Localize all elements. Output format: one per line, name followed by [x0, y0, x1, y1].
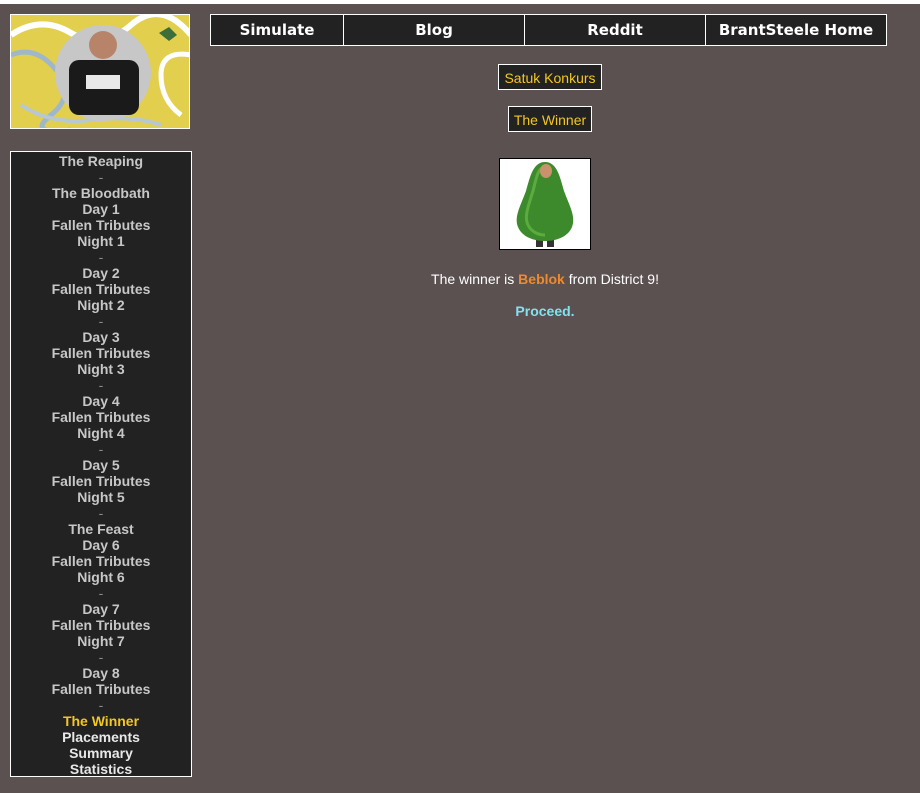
sidebar-item-day-5[interactable]: Day 5: [11, 457, 191, 473]
nav-blog-button[interactable]: Blog: [344, 15, 525, 45]
sidebar-item-bloodbath[interactable]: The Bloodbath: [11, 185, 191, 201]
site-logo-image: [11, 15, 189, 128]
game-title: Satuk Konkurs: [498, 64, 602, 90]
sidebar-item-day-8[interactable]: Day 8: [11, 665, 191, 681]
sidebar-separator: -: [98, 697, 104, 713]
proceed-link-text[interactable]: Proceed.: [515, 303, 574, 319]
sidebar-item-night-5[interactable]: Night 5: [11, 489, 191, 505]
sidebar-item-statistics[interactable]: Statistics: [11, 761, 191, 777]
sidebar-separator: -: [98, 377, 104, 393]
sidebar-separator: -: [98, 441, 104, 457]
sidebar-item-day-7[interactable]: Day 7: [11, 601, 191, 617]
sidebar-item-placements[interactable]: Placements: [11, 729, 191, 745]
sidebar-item-reaping[interactable]: The Reaping: [11, 153, 191, 169]
sidebar-item-night-7[interactable]: Night 7: [11, 633, 191, 649]
sidebar-item-fallen-7[interactable]: Fallen Tributes: [11, 617, 191, 633]
sidebar-item-night-3[interactable]: Night 3: [11, 361, 191, 377]
sidebar-separator: -: [98, 249, 104, 265]
sidebar-item-feast[interactable]: The Feast: [11, 521, 191, 537]
sidebar-item-night-4[interactable]: Night 4: [11, 425, 191, 441]
top-border-strip: [0, 0, 920, 4]
nav-brantsteele-home-button[interactable]: BrantSteele Home: [706, 15, 886, 45]
sidebar-item-day-4[interactable]: Day 4: [11, 393, 191, 409]
sidebar-item-summary[interactable]: Summary: [11, 745, 191, 761]
sidebar-item-fallen-8[interactable]: Fallen Tributes: [11, 681, 191, 697]
winner-avatar: [499, 158, 591, 250]
sidebar-item-fallen-5[interactable]: Fallen Tributes: [11, 473, 191, 489]
sidebar-item-fallen-6[interactable]: Fallen Tributes: [11, 553, 191, 569]
sidebar-item-day-1[interactable]: Day 1: [11, 201, 191, 217]
sidebar-item-fallen-4[interactable]: Fallen Tributes: [11, 409, 191, 425]
sidebar-item-night-1[interactable]: Night 1: [11, 233, 191, 249]
nav-reddit-button[interactable]: Reddit: [525, 15, 706, 45]
winner-name: Beblok: [518, 271, 565, 287]
sidebar-item-night-6[interactable]: Night 6: [11, 569, 191, 585]
winner-prefix: The winner is: [431, 271, 519, 287]
sidebar-item-winner[interactable]: The Winner: [11, 713, 191, 729]
nav-simulate-button[interactable]: Simulate: [211, 15, 344, 45]
sidebar-separator: -: [98, 505, 104, 521]
sidebar-separator: -: [98, 585, 104, 601]
winner-announcement: The winner is Beblok from District 9!: [0, 271, 920, 287]
sidebar-item-day-6[interactable]: Day 6: [11, 537, 191, 553]
sidebar-item-fallen-1[interactable]: Fallen Tributes: [11, 217, 191, 233]
sidebar-navigation: The Reaping - The Bloodbath Day 1 Fallen…: [10, 151, 192, 777]
sidebar-separator: -: [98, 649, 104, 665]
top-navigation: Simulate Blog Reddit BrantSteele Home: [210, 14, 887, 46]
proceed-link: Proceed.: [0, 303, 920, 319]
avocado-costume-avatar: [500, 159, 590, 249]
section-title: The Winner: [508, 106, 592, 132]
site-logo[interactable]: [10, 14, 190, 129]
winner-suffix: from District 9!: [564, 271, 659, 287]
sidebar-item-day-3[interactable]: Day 3: [11, 329, 191, 345]
sidebar-separator: -: [98, 169, 104, 185]
sidebar-item-fallen-3[interactable]: Fallen Tributes: [11, 345, 191, 361]
